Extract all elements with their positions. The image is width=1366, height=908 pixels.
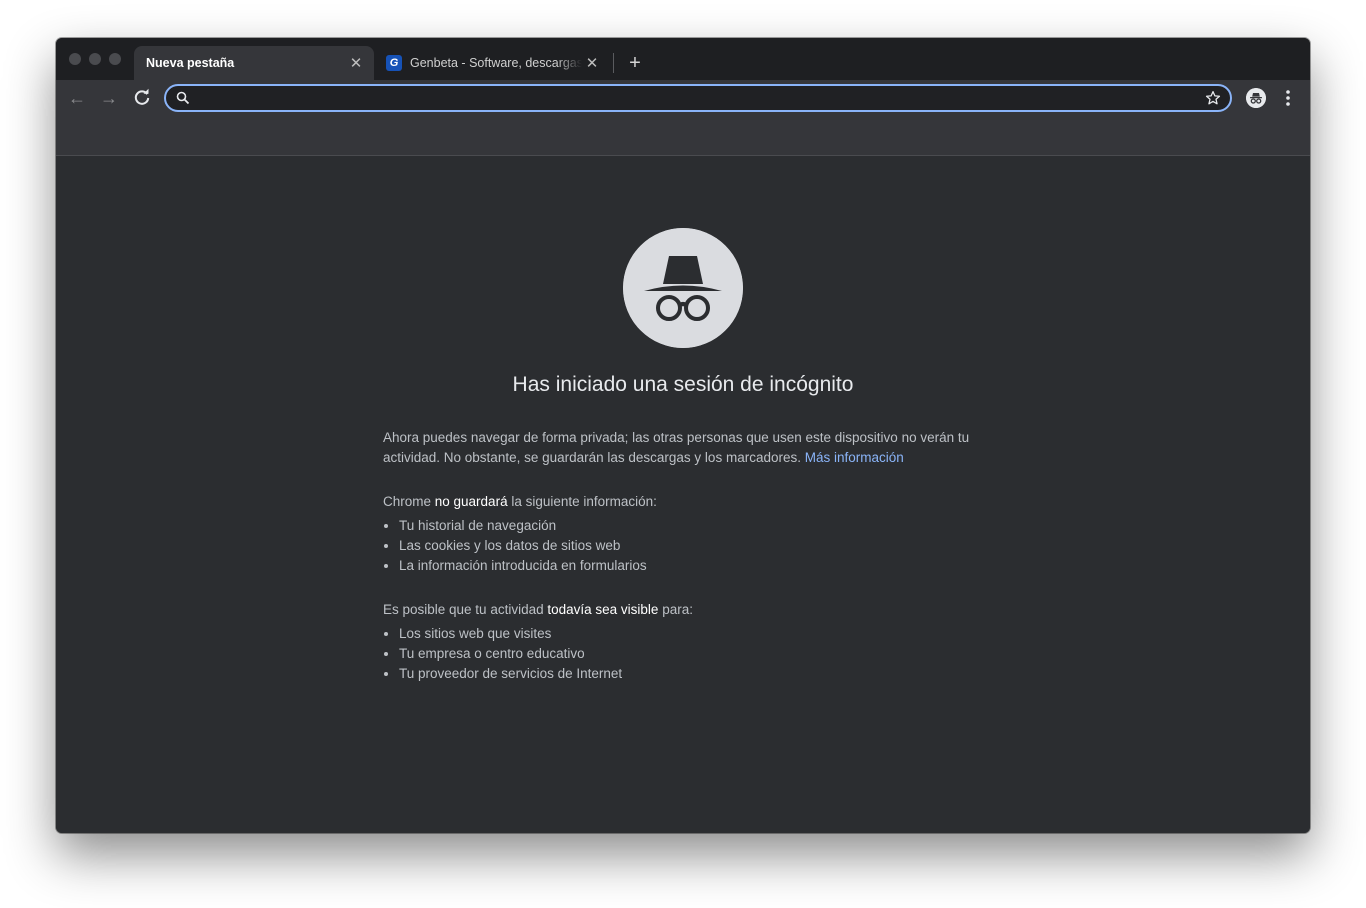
not-saved-prefix: Chrome <box>383 494 435 509</box>
tab-genbeta[interactable]: G Genbeta - Software, descargas ✕ <box>380 46 610 80</box>
address-bar[interactable] <box>164 84 1232 112</box>
intro-paragraph: Ahora puedes navegar de forma privada; l… <box>383 428 983 468</box>
visible-prefix: Es posible que tu actividad <box>383 602 548 617</box>
learn-more-link[interactable]: Más información <box>805 450 904 465</box>
list-item: Tu historial de navegación <box>399 516 983 536</box>
visible-heading: Es posible que tu actividad todavía sea … <box>383 600 983 620</box>
address-input[interactable] <box>196 86 1200 112</box>
close-window-button[interactable] <box>69 53 81 65</box>
tab-title: Nueva pestaña <box>146 56 235 70</box>
incognito-page: Has iniciado una sesión de incógnito Aho… <box>56 156 1310 833</box>
not-saved-heading: Chrome no guardará la siguiente informac… <box>383 492 983 512</box>
reload-icon[interactable] <box>132 88 152 108</box>
search-icon <box>176 91 190 105</box>
more-menu-icon[interactable] <box>1278 88 1298 108</box>
not-saved-list: Tu historial de navegación Las cookies y… <box>383 516 983 576</box>
tab-close-icon[interactable]: ✕ <box>346 54 366 72</box>
tab-close-icon[interactable]: ✕ <box>582 54 602 72</box>
list-item: Los sitios web que visites <box>399 624 983 644</box>
list-item: La información introducida en formulario… <box>399 556 983 576</box>
back-button[interactable]: ← <box>67 88 87 108</box>
visible-suffix: para: <box>658 602 693 617</box>
tab-title: Genbeta - Software, descargas <box>410 56 582 70</box>
new-tab-button[interactable]: + <box>624 52 646 74</box>
visible-emphasis: todavía sea visible <box>547 602 659 617</box>
visible-list: Los sitios web que visites Tu empresa o … <box>383 624 983 684</box>
list-item: Tu empresa o centro educativo <box>399 644 983 664</box>
bookmark-star-icon[interactable] <box>1204 89 1222 107</box>
tab-new-tab[interactable]: Nueva pestaña ✕ <box>134 46 374 80</box>
browser-window: Nueva pestaña ✕ G Genbeta - Software, de… <box>56 38 1310 833</box>
toolbar: ← → <box>56 80 1310 116</box>
not-saved-emphasis: no guardará <box>434 494 508 509</box>
incognito-description: Ahora puedes navegar de forma privada; l… <box>383 428 983 684</box>
bookmarks-bar <box>56 116 1310 156</box>
forward-button[interactable]: → <box>99 88 119 108</box>
minimize-window-button[interactable] <box>89 53 101 65</box>
tab-strip: Nueva pestaña ✕ G Genbeta - Software, de… <box>56 38 1310 80</box>
incognito-icon <box>623 228 743 348</box>
tab-separator <box>613 53 614 73</box>
genbeta-favicon-icon: G <box>386 55 402 71</box>
list-item: Las cookies y los datos de sitios web <box>399 536 983 556</box>
incognito-profile-icon[interactable] <box>1246 88 1266 108</box>
not-saved-suffix: la siguiente información: <box>507 494 657 509</box>
zoom-window-button[interactable] <box>109 53 121 65</box>
list-item: Tu proveedor de servicios de Internet <box>399 664 983 684</box>
page-title: Has iniciado una sesión de incógnito <box>512 373 854 396</box>
